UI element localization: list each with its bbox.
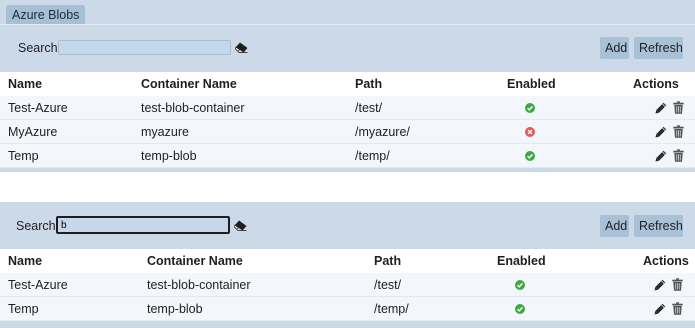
- x-circle-icon: [525, 127, 535, 137]
- col-enabled-header[interactable]: Enabled: [497, 249, 546, 273]
- add-button[interactable]: Add: [600, 37, 629, 59]
- col-enabled-header[interactable]: Enabled: [507, 72, 556, 96]
- cell-name: Test-Azure: [8, 278, 68, 292]
- table-row[interactable]: Temp temp-blob/temp/: [0, 144, 695, 168]
- trash-icon[interactable]: [673, 101, 684, 114]
- table-header: Name Container Name Path Enabled Actions: [0, 72, 695, 96]
- table-row[interactable]: MyAzure myazure/myazure/: [0, 120, 695, 144]
- azure-blobs-table-1: Name Container Name Path Enabled Actions…: [0, 72, 695, 168]
- cell-container: temp-blob: [141, 149, 197, 163]
- col-container-header[interactable]: Container Name: [147, 249, 243, 273]
- trash-icon[interactable]: [673, 125, 684, 138]
- cell-container: test-blob-container: [147, 278, 251, 292]
- cell-container: temp-blob: [147, 302, 203, 316]
- cell-name: Temp: [8, 149, 39, 163]
- add-button[interactable]: Add: [600, 215, 629, 237]
- trash-icon[interactable]: [673, 149, 684, 162]
- pencil-icon[interactable]: [654, 303, 666, 315]
- col-name-header[interactable]: Name: [8, 72, 42, 96]
- search-label: Search: [18, 41, 58, 55]
- tab-azure-blobs[interactable]: Azure Blobs: [6, 5, 86, 25]
- search-label: Search: [16, 219, 56, 233]
- eraser-icon[interactable]: [234, 220, 247, 231]
- check-circle-icon: [515, 304, 525, 314]
- pencil-icon[interactable]: [654, 279, 666, 291]
- col-name-header[interactable]: Name: [8, 249, 42, 273]
- pencil-icon[interactable]: [655, 126, 667, 138]
- tab-divider: [0, 24, 695, 25]
- trash-icon[interactable]: [672, 278, 683, 291]
- refresh-button[interactable]: Refresh: [634, 37, 683, 59]
- col-actions-header: Actions: [633, 77, 679, 91]
- col-actions-header: Actions: [643, 254, 689, 268]
- cell-container: test-blob-container: [141, 101, 245, 115]
- search-input[interactable]: [56, 216, 230, 234]
- eraser-icon[interactable]: [235, 42, 248, 53]
- pencil-icon[interactable]: [655, 150, 667, 162]
- cell-path: /temp/: [374, 302, 409, 316]
- table-row[interactable]: Test-Azure test-blob-container/test/: [0, 96, 695, 120]
- col-path-header[interactable]: Path: [355, 72, 382, 96]
- table-header: Name Container Name Path Enabled Actions: [0, 249, 695, 273]
- cell-path: /test/: [355, 101, 383, 115]
- table-row[interactable]: Temp temp-blob/temp/: [0, 297, 695, 321]
- check-circle-icon: [515, 280, 525, 290]
- cell-name: Test-Azure: [8, 101, 68, 115]
- cell-path: /test/: [374, 278, 402, 292]
- cell-path: /myazure/: [355, 125, 410, 139]
- col-container-header[interactable]: Container Name: [141, 72, 237, 96]
- check-circle-icon: [525, 151, 535, 161]
- azure-blobs-table-2: Name Container Name Path Enabled Actions…: [0, 249, 695, 321]
- cell-path: /temp/: [355, 149, 390, 163]
- cell-name: Temp: [8, 302, 39, 316]
- check-circle-icon: [525, 103, 535, 113]
- cell-name: MyAzure: [8, 125, 58, 139]
- table-row[interactable]: Test-Azure test-blob-container/test/: [0, 273, 695, 297]
- col-path-header[interactable]: Path: [374, 249, 401, 273]
- trash-icon[interactable]: [672, 302, 683, 315]
- pencil-icon[interactable]: [655, 102, 667, 114]
- refresh-button[interactable]: Refresh: [634, 215, 683, 237]
- search-input[interactable]: [58, 40, 231, 55]
- cell-container: myazure: [141, 125, 189, 139]
